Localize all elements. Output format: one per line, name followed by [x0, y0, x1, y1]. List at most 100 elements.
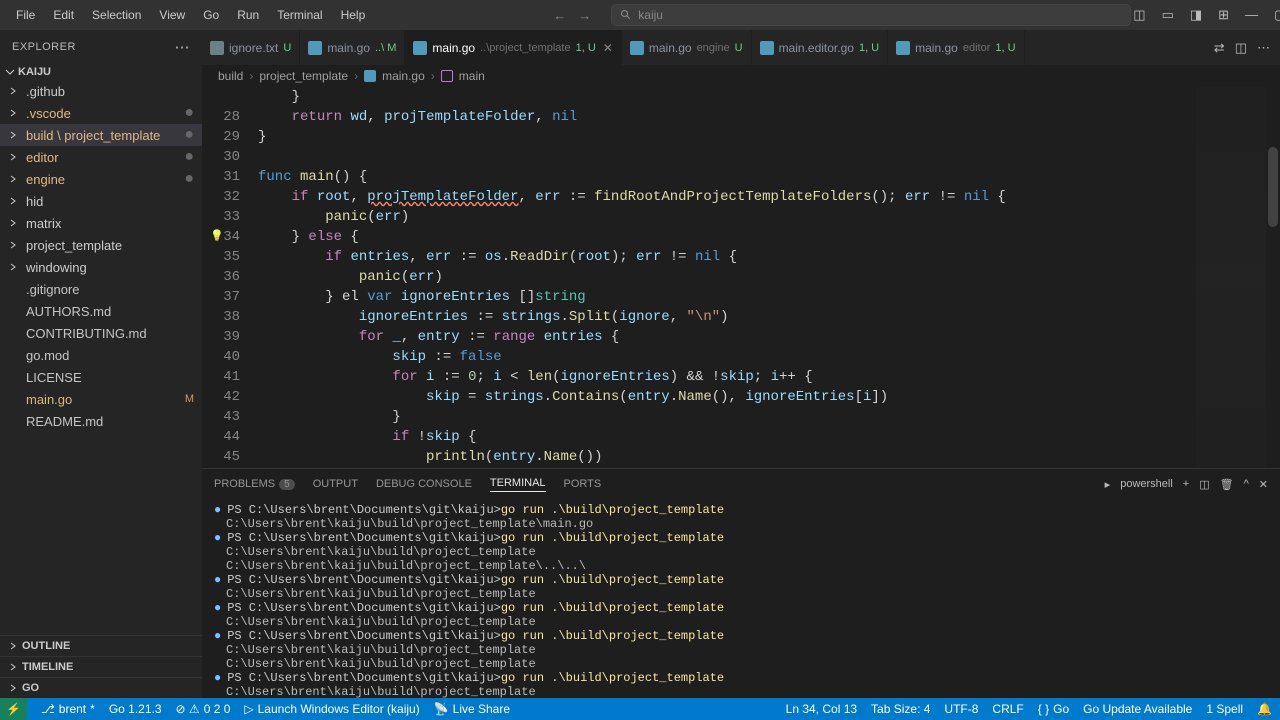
menu-go[interactable]: Go [195, 4, 227, 26]
panel-tab-problems[interactable]: PROBLEMS5 [214, 478, 295, 490]
editor-tabs: ignore.txtUmain.go..\ Mmain.go..\project… [202, 30, 1280, 65]
layout-icon[interactable]: ◫ [1131, 5, 1147, 25]
go-version[interactable]: Go 1.21.3 [109, 702, 162, 716]
eol[interactable]: CRLF [992, 702, 1023, 716]
title-bar: File Edit Selection View Go Run Terminal… [0, 0, 1280, 30]
nav-arrows: ← → [553, 8, 591, 23]
go-icon [896, 41, 910, 55]
more-icon[interactable]: ⋯ [1257, 40, 1270, 56]
breadcrumbs[interactable]: build› project_template› main.go› main [202, 65, 1280, 87]
editor-area: ignore.txtUmain.go..\ Mmain.go..\project… [202, 30, 1280, 698]
shell-label[interactable]: powershell [1120, 478, 1173, 490]
menu-view[interactable]: View [151, 4, 193, 26]
folder-project_template[interactable]: project_template [0, 234, 202, 256]
panel-timeline[interactable]: TIMELINE [0, 656, 202, 677]
tab-main.editor.go[interactable]: main.editor.go1, U [752, 30, 889, 65]
code-content[interactable]: } return wd, projTemplateFolder, nil}fun… [258, 87, 1280, 468]
chevron-down-icon [4, 66, 16, 78]
file-CONTRIBUTING.md[interactable]: CONTRIBUTING.md [0, 322, 202, 344]
maximize-panel-icon[interactable]: ^ [1244, 478, 1249, 490]
encoding[interactable]: UTF-8 [944, 702, 978, 716]
folder-windowing[interactable]: windowing [0, 256, 202, 278]
spell-check[interactable]: 1 Spell [1206, 702, 1243, 716]
nav-back-icon[interactable]: ← [553, 8, 566, 23]
panel-tab-debug-console[interactable]: DEBUG CONSOLE [376, 478, 472, 490]
panel-tabs: PROBLEMS5 OUTPUT DEBUG CONSOLE TERMINAL PORT… [202, 469, 1280, 499]
panel-tab-output[interactable]: OUTPUT [313, 478, 358, 490]
tab-ignore.txt[interactable]: ignore.txtU [202, 30, 300, 65]
trash-icon[interactable]: 🗑 [1220, 478, 1234, 491]
split-icon[interactable]: ◫ [1235, 40, 1247, 56]
go-update[interactable]: Go Update Available [1083, 702, 1192, 716]
shell-icon: ▸ [1105, 478, 1111, 491]
file-go.mod[interactable]: go.mod [0, 344, 202, 366]
add-terminal-icon[interactable]: + [1183, 478, 1189, 490]
explorer-title: EXPLORER ⋯ [0, 30, 202, 64]
layout-icon[interactable]: ⊞ [1216, 5, 1231, 25]
menu-bar: File Edit Selection View Go Run Terminal… [8, 4, 373, 26]
bottom-panel: PROBLEMS5 OUTPUT DEBUG CONSOLE TERMINAL PORT… [202, 468, 1280, 698]
command-center-search[interactable]: kaiju [611, 4, 1131, 26]
remote-button[interactable]: ⚡ [0, 698, 27, 720]
folder-.vscode[interactable]: .vscode● [0, 102, 202, 124]
cursor-position[interactable]: Ln 34, Col 13 [786, 702, 857, 716]
close-panel-icon[interactable]: ✕ [1259, 478, 1268, 491]
go-icon [630, 41, 644, 55]
explorer-sidebar: EXPLORER ⋯ KAIJU .github.vscode●build \ … [0, 30, 202, 698]
go-icon [308, 41, 322, 55]
notifications-icon[interactable]: 🔔 [1257, 702, 1272, 716]
search-text: kaiju [638, 8, 663, 22]
panel-go[interactable]: GO [0, 677, 202, 698]
file-AUTHORS.md[interactable]: AUTHORS.md [0, 300, 202, 322]
language-mode[interactable]: { } Go [1038, 702, 1069, 716]
live-share[interactable]: 📡 Live Share [434, 702, 510, 716]
tab-size[interactable]: Tab Size: 4 [871, 702, 930, 716]
file-.gitignore[interactable]: .gitignore [0, 278, 202, 300]
menu-terminal[interactable]: Terminal [269, 4, 330, 26]
menu-run[interactable]: Run [229, 4, 267, 26]
tab-main.go[interactable]: main.go..\ M [300, 30, 405, 65]
file-tree: .github.vscode●build \ project_template●… [0, 80, 202, 635]
tab-main.go[interactable]: main.goeditor1, U [888, 30, 1024, 65]
layout-controls: ◫ ▭ ◨ ⊞ — ▢ [1131, 5, 1280, 25]
layout-icon[interactable]: ◨ [1188, 5, 1204, 25]
file-main.go[interactable]: main.goM [0, 388, 202, 410]
menu-selection[interactable]: Selection [84, 4, 149, 26]
status-bar: ⚡ ⎇ brent* Go 1.21.3 ⊘ ⚠ 0 2 0 ▷ Launch … [0, 698, 1280, 720]
tab-main.go[interactable]: main.goengineU [622, 30, 752, 65]
go-icon [364, 70, 376, 82]
layout-icon[interactable]: ▭ [1160, 5, 1176, 25]
folder-buildproject_template[interactable]: build \ project_template● [0, 124, 202, 146]
folder-matrix[interactable]: matrix [0, 212, 202, 234]
explorer-more-icon[interactable]: ⋯ [175, 38, 191, 56]
workspace-root[interactable]: KAIJU [0, 64, 202, 80]
compare-icon[interactable]: ⇄ [1214, 40, 1225, 56]
panel-tab-terminal[interactable]: TERMINAL [490, 477, 546, 492]
code-editor[interactable]: 28293031323334353637383940414243444546 }… [202, 87, 1280, 468]
txt-icon [210, 41, 224, 55]
folder-hid[interactable]: hid [0, 190, 202, 212]
file-LICENSE[interactable]: LICENSE [0, 366, 202, 388]
split-terminal-icon[interactable]: ◫ [1199, 478, 1209, 491]
tab-main.go[interactable]: main.go..\project_template1, U✕ [405, 30, 621, 65]
launch-config[interactable]: ▷ Launch Windows Editor (kaiju) [244, 702, 419, 716]
git-branch[interactable]: ⎇ brent* [41, 702, 95, 716]
file-README.md[interactable]: README.md [0, 410, 202, 432]
nav-forward-icon[interactable]: → [578, 8, 591, 23]
panel-tab-ports[interactable]: PORTS [564, 478, 602, 490]
close-icon[interactable]: ✕ [603, 41, 613, 55]
folder-engine[interactable]: engine● [0, 168, 202, 190]
folder-editor[interactable]: editor● [0, 146, 202, 168]
minimize-icon[interactable]: — [1243, 5, 1260, 25]
menu-edit[interactable]: Edit [45, 4, 82, 26]
diagnostics[interactable]: ⊘ ⚠ 0 2 0 [176, 702, 231, 716]
minimap[interactable] [1196, 87, 1266, 468]
vertical-scrollbar[interactable] [1266, 87, 1280, 468]
folder-.github[interactable]: .github [0, 80, 202, 102]
menu-file[interactable]: File [8, 4, 43, 26]
terminal[interactable]: ●PS C:\Users\brent\Documents\git\kaiju> … [202, 499, 1280, 698]
go-icon [413, 41, 427, 55]
panel-outline[interactable]: OUTLINE [0, 635, 202, 656]
maximize-icon[interactable]: ▢ [1272, 5, 1280, 25]
menu-help[interactable]: Help [333, 4, 374, 26]
